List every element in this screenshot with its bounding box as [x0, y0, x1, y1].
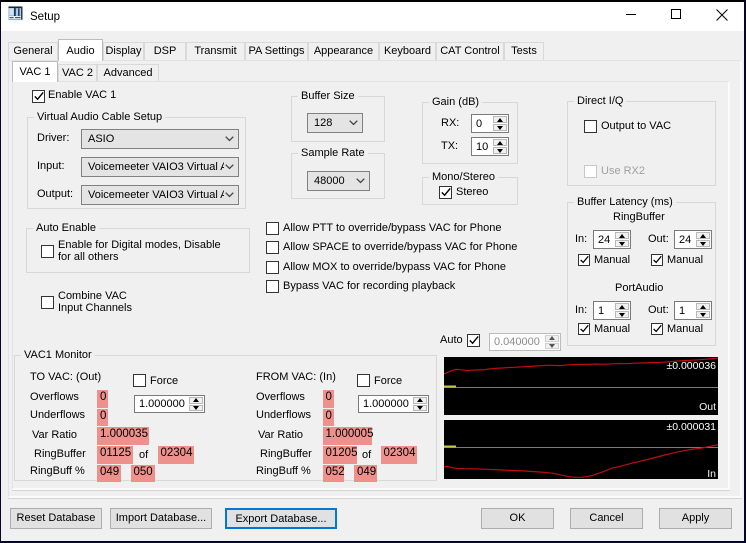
svg-text:±0.000036: ±0.000036 — [666, 360, 716, 372]
svg-text:±0.000031: ±0.000031 — [666, 421, 716, 433]
svg-text:In: In — [707, 468, 716, 479]
svg-text:Out: Out — [699, 401, 716, 413]
